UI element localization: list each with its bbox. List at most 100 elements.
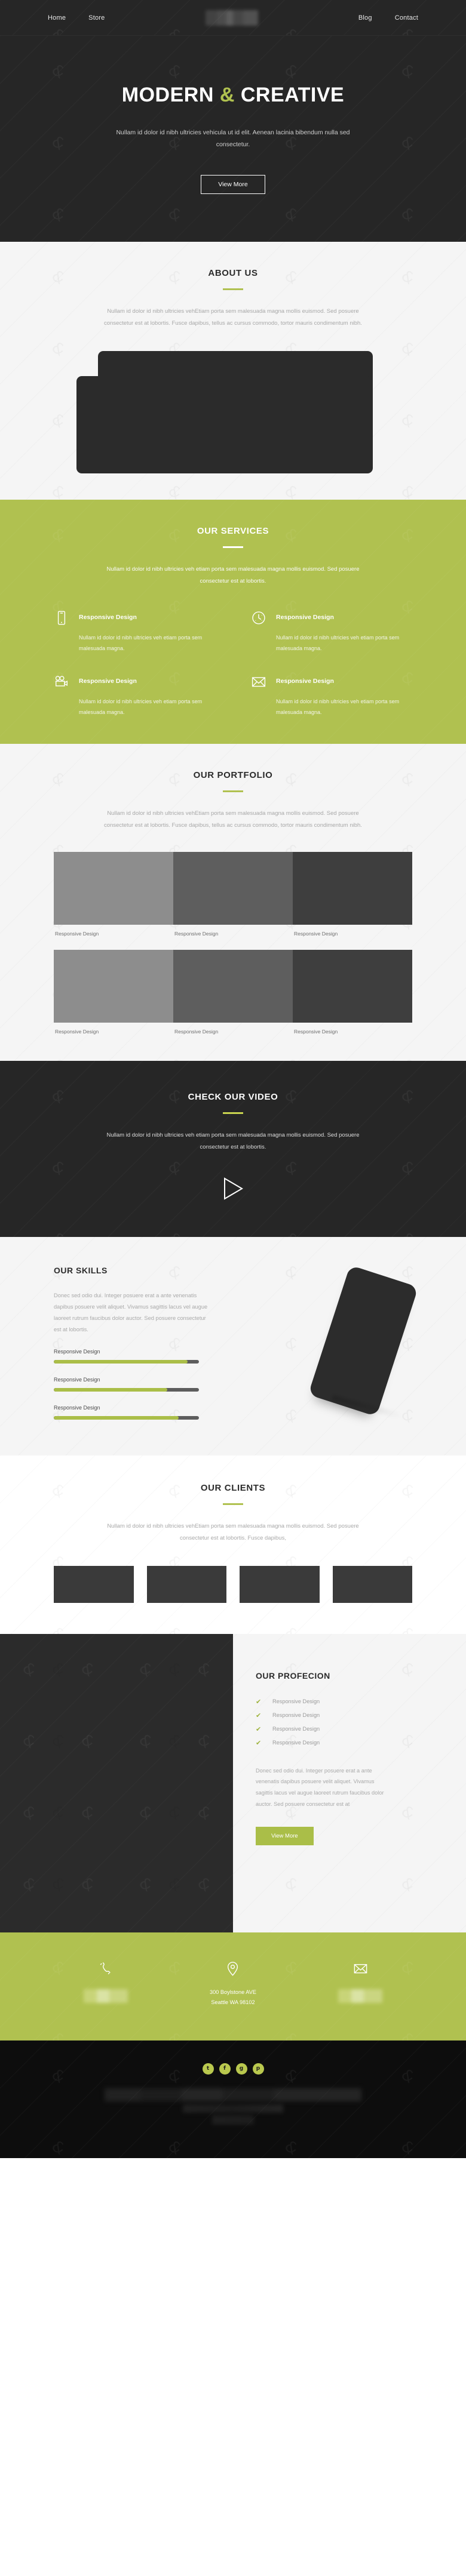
profession-list-item: ✔ Responsive Design (256, 1695, 442, 1709)
portfolio-row: Responsive Design Responsive Design Resp… (54, 851, 412, 937)
nav-left-group: Home Store (48, 14, 105, 21)
about-device-mockups (54, 350, 412, 473)
skills-body: Donec sed odio dui. Integer posuere erat… (54, 1292, 208, 1332)
portfolio-item[interactable]: Responsive Design (54, 949, 173, 1035)
pinterest-icon[interactable]: p (252, 2063, 264, 2075)
portfolio-thumbnail (173, 851, 293, 925)
nav-item-contact[interactable]: Contact (395, 14, 418, 21)
client-logo-1[interactable] (54, 1565, 134, 1603)
twitter-icon[interactable]: t (202, 2063, 214, 2075)
envelope-icon (251, 674, 266, 690)
skill-bar-item: Responsive Design (54, 1349, 233, 1364)
facebook-icon[interactable]: f (219, 2063, 231, 2075)
service-item[interactable]: Responsive Design Nullam id dolor id nib… (54, 610, 215, 654)
portfolio-item[interactable]: Responsive Design (54, 851, 173, 937)
client-logo-4[interactable] (332, 1565, 412, 1603)
portfolio-caption: Responsive Design (294, 1028, 338, 1035)
hero-subtitle: Nullam id dolor id nibh ultricies vehicu… (116, 129, 350, 148)
check-icon: ✔ (256, 1712, 262, 1719)
skill-progress-track (54, 1359, 199, 1364)
skills-section: &&&&&&&&&&&&&&&&&&&&&&&&&&&&&&&&&&&& OUR… (0, 1236, 466, 1455)
contact-phone-block (42, 1959, 169, 2008)
title-rule (223, 546, 243, 548)
phone-mockup (308, 1264, 419, 1417)
portfolio-section: &&&&&&&&&&&&&&&&&&&&&&&&&&&&&&&&&&&& OUR… (0, 743, 466, 1061)
mobile-icon (54, 610, 69, 626)
hero-section: &&&&&&&&&&&&&&&&&&&&&&&&&&&&&&&&&&&& MOD… (0, 36, 466, 242)
clients-logo-row (54, 1565, 412, 1603)
nav-item-blog[interactable]: Blog (358, 14, 372, 21)
services-title: OUR SERVICES (197, 525, 269, 536)
clients-body: Nullam id dolor id nibh ultricies vehEti… (107, 1522, 359, 1541)
footer-text-blurred-line1 (105, 2088, 361, 2101)
portfolio-body: Nullam id dolor id nibh ultricies vehEti… (104, 810, 362, 829)
portfolio-item[interactable]: Responsive Design (173, 851, 293, 937)
check-icon: ✔ (256, 1725, 262, 1733)
contact-address-block: 300 Boylstone AVE Seattle WA 98102 (169, 1959, 296, 2008)
service-item[interactable]: Responsive Design Nullam id dolor id nib… (251, 610, 412, 654)
video-body: Nullam id dolor id nibh ultricies veh et… (106, 1131, 360, 1150)
client-logo-2[interactable] (146, 1565, 226, 1603)
portfolio-thumbnail (54, 851, 173, 925)
site-footer: &&&&&&&&&&&&&&&&&&&&&&&&&&&&&&&&&&&& t f… (0, 2040, 466, 2158)
skill-progress-fill (54, 1359, 188, 1364)
client-logo-3[interactable] (240, 1565, 320, 1603)
profession-list-item: ✔ Responsive Design (256, 1722, 442, 1736)
portfolio-item[interactable]: Responsive Design (293, 851, 412, 937)
skill-progress-fill (54, 1415, 179, 1420)
contact-address-line2: Seattle WA 98102 (211, 1999, 255, 2006)
hero-title-ampersand: & (219, 84, 235, 107)
skill-progress-track (54, 1415, 199, 1420)
portfolio-caption: Responsive Design (174, 930, 219, 937)
title-rule (223, 1112, 243, 1114)
profession-list-item: ✔ Responsive Design (256, 1709, 442, 1722)
profession-item-label: Responsive Design (272, 1726, 320, 1732)
top-navigation: &&&&&&&&&&&&&&&&&&&&&&&&&&&&&&&&&&&& Hom… (0, 0, 466, 36)
service-body: Nullam id dolor id nibh ultricies veh et… (79, 634, 203, 651)
video-title: CHECK OUR VIDEO (188, 1091, 278, 1102)
clients-section: &&&&&&&&&&&&&&&&&&&&&&&&&&&&&&&&&&&& OUR… (0, 1455, 466, 1634)
skill-bar-item: Responsive Design (54, 1405, 233, 1420)
hero-title-part2: CREATIVE (234, 84, 345, 107)
service-item[interactable]: Responsive Design Nullam id dolor id nib… (251, 674, 412, 718)
portfolio-title: OUR PORTFOLIO (193, 770, 273, 780)
skills-content: OUR SKILLS Donec sed odio dui. Integer p… (54, 1266, 233, 1420)
video-section: &&&&&&&&&&&&&&&&&&&&&&&&&&&&&&&&&&&& CHE… (0, 1060, 466, 1237)
skills-phone-area (233, 1264, 419, 1420)
service-item[interactable]: Responsive Design Nullam id dolor id nib… (54, 674, 215, 718)
footer-text-blurred-line2 (183, 2104, 283, 2113)
play-triangle-icon[interactable] (223, 1177, 243, 1200)
skill-label: Responsive Design (54, 1404, 100, 1411)
check-icon: ✔ (256, 1698, 262, 1706)
site-logo[interactable] (205, 10, 258, 26)
clock-icon (251, 610, 266, 626)
services-grid: Responsive Design Nullam id dolor id nib… (54, 610, 412, 718)
device-mockup-front (76, 376, 373, 473)
nav-item-store[interactable]: Store (88, 14, 105, 21)
portfolio-thumbnail (293, 851, 412, 925)
hero-view-more-button[interactable]: View More (201, 174, 265, 194)
profession-image-panel: &&&&&&&&&&&&&&&&&&&&&&&&&&&&&&&&&&&& (0, 1633, 233, 1932)
skill-progress-fill (54, 1387, 167, 1392)
phone-icon (42, 1959, 169, 1979)
profession-item-label: Responsive Design (272, 1698, 320, 1705)
profession-item-label: Responsive Design (272, 1712, 320, 1719)
portfolio-thumbnail (54, 949, 173, 1023)
profession-title: OUR PROFECION (256, 1670, 330, 1681)
check-icon: ✔ (256, 1739, 262, 1747)
portfolio-item[interactable]: Responsive Design (173, 949, 293, 1035)
service-title: Responsive Design (79, 677, 137, 685)
nav-item-home[interactable]: Home (48, 14, 66, 21)
portfolio-caption: Responsive Design (55, 930, 99, 937)
google-plus-icon[interactable]: g (235, 2063, 247, 2075)
contact-phone-value (83, 1989, 128, 2003)
profession-view-more-button[interactable]: View More (256, 1827, 314, 1845)
map-pin-icon (169, 1959, 296, 1979)
portfolio-grid: Responsive Design Responsive Design Resp… (54, 851, 412, 1035)
nav-right-group: Blog Contact (358, 14, 418, 21)
service-body: Nullam id dolor id nibh ultricies veh et… (276, 698, 400, 715)
profession-item-label: Responsive Design (272, 1740, 320, 1746)
portfolio-item[interactable]: Responsive Design (293, 949, 412, 1035)
skill-bar-item: Responsive Design (54, 1377, 233, 1392)
skill-label: Responsive Design (54, 1376, 100, 1383)
